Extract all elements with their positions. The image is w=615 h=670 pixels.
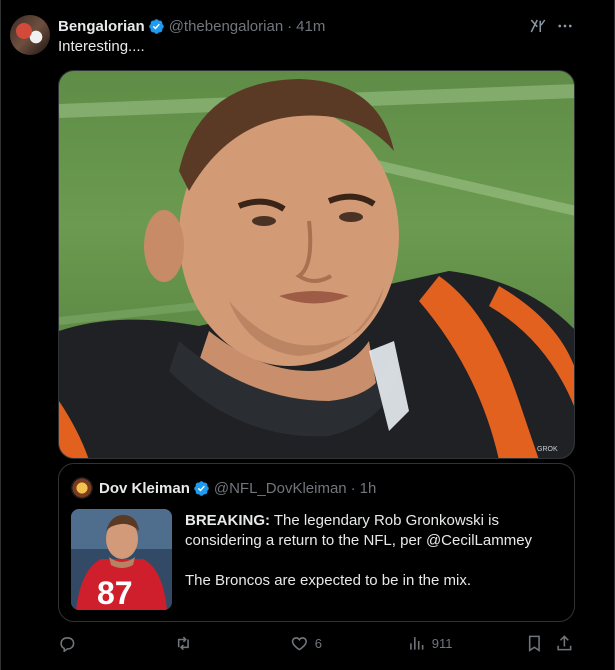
share-icon <box>557 634 572 651</box>
separator-dot: · <box>287 17 293 35</box>
grok-icon <box>530 19 546 33</box>
repost-icon <box>177 636 189 650</box>
post-text: Interesting.... <box>58 38 145 55</box>
views-count: 911 <box>431 635 453 651</box>
quoted-text: BREAKING: The legendary Rob Gronkowski i… <box>185 511 565 591</box>
image-watermark: GROK <box>537 446 558 453</box>
verified-icon <box>194 480 209 496</box>
quoted-time: 1h <box>359 479 377 497</box>
quoted-author-name: Dov Kleiman <box>99 479 190 497</box>
jersey-number: 87 <box>97 575 133 610</box>
action-bar: 6 911 <box>58 632 575 654</box>
repost-button[interactable] <box>174 632 199 654</box>
author-name[interactable]: Bengalorian <box>58 18 145 35</box>
like-count: 6 <box>314 635 322 651</box>
grok-button[interactable] <box>527 15 549 37</box>
post-time[interactable]: 41m <box>296 18 325 35</box>
views-button[interactable]: 911 <box>407 632 452 654</box>
breaking-label: BREAKING: <box>185 512 270 529</box>
post[interactable]: Bengalorian @thebengalorian · 41m Intere… <box>0 0 615 670</box>
player-portrait-image: GROK <box>59 79 574 458</box>
post-image[interactable]: GROK <box>58 70 575 459</box>
like-button[interactable]: 6 <box>290 632 322 654</box>
author-handle[interactable]: @thebengalorian <box>169 18 283 35</box>
separator-dot: · <box>350 479 356 497</box>
avatar[interactable] <box>10 15 50 55</box>
quoted-header: Dov Kleiman @NFL_DovKleiman · 1h <box>71 477 377 499</box>
quoted-handle: @NFL_DovKleiman <box>213 479 347 497</box>
post-header: Bengalorian @thebengalorian · 41m <box>58 15 325 37</box>
more-button[interactable] <box>554 15 576 37</box>
verified-icon <box>148 18 164 34</box>
like-icon <box>291 636 307 651</box>
quoted-post[interactable]: Dov Kleiman @NFL_DovKleiman · 1h 87 BREA… <box>58 463 575 622</box>
reply-icon <box>60 636 75 653</box>
more-icon <box>558 24 572 28</box>
quoted-image[interactable]: 87 <box>71 509 172 610</box>
bookmark-icon <box>528 635 540 652</box>
share-button[interactable] <box>555 632 574 654</box>
reply-button[interactable] <box>58 632 83 654</box>
quoted-line-2: The Broncos are expected to be in the mi… <box>185 572 471 589</box>
views-icon <box>410 636 424 650</box>
jersey-photo-image: 87 <box>71 509 172 610</box>
bookmark-button[interactable] <box>525 632 544 654</box>
quoted-avatar <box>71 477 93 499</box>
